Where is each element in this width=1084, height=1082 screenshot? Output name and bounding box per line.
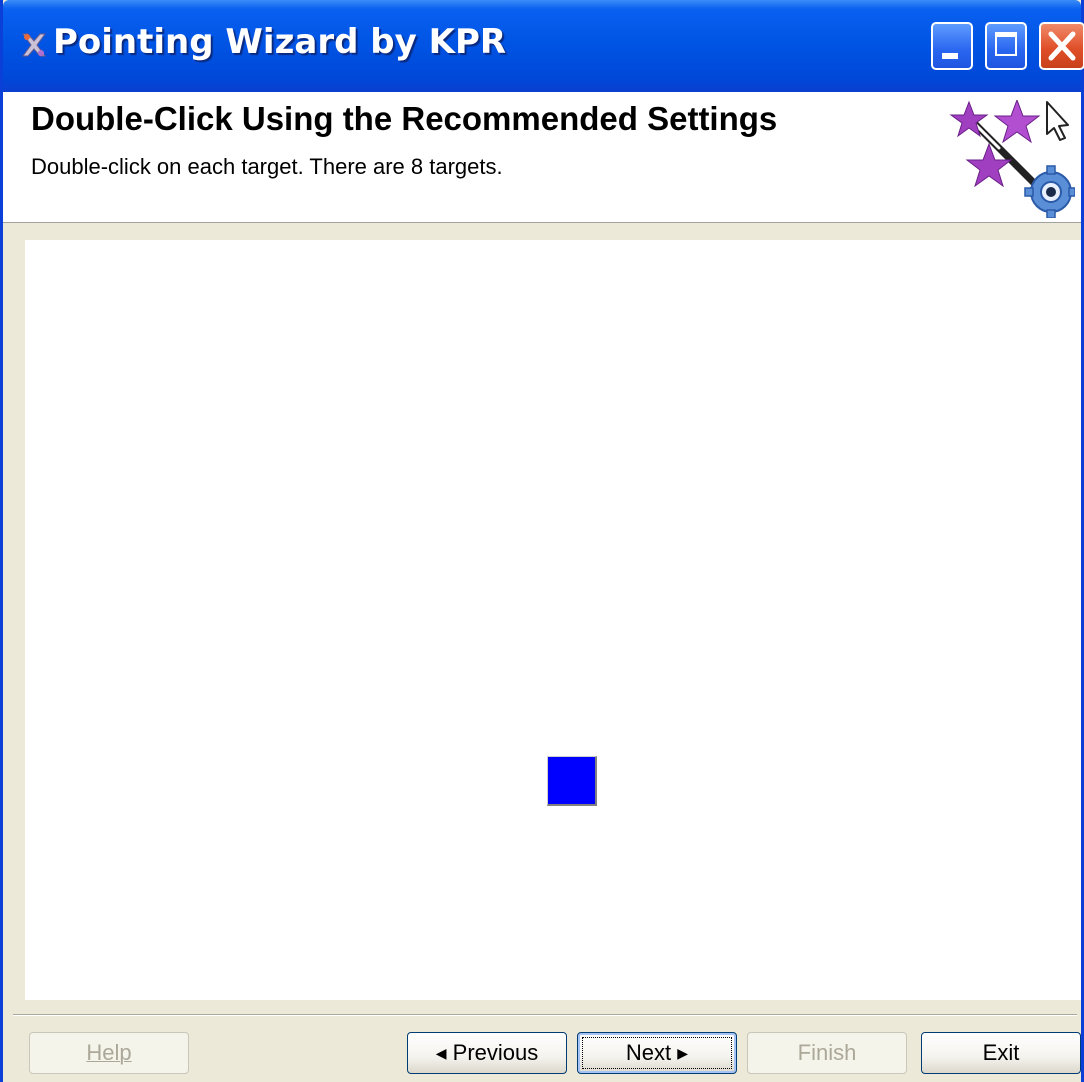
minimize-icon	[942, 53, 958, 59]
wizard-stars-gear-icon	[949, 100, 1075, 218]
footer-divider	[13, 1014, 1077, 1016]
page-title: Double-Click Using the Recommended Setti…	[31, 100, 778, 137]
exit-button-label: Exit	[982, 1040, 1020, 1065]
wizard-header: Double-Click Using the Recommended Setti…	[3, 92, 1081, 223]
minimize-button[interactable]	[931, 22, 973, 70]
triangle-left-icon: ◀	[435, 1045, 447, 1061]
focus-ring	[582, 1037, 732, 1069]
title-bar[interactable]: Pointing Wizard by KPR	[3, 0, 1084, 92]
close-button[interactable]	[1039, 22, 1084, 70]
help-button-label: Help	[86, 1040, 132, 1065]
close-icon	[1048, 31, 1076, 61]
next-button[interactable]: Next ▶	[577, 1032, 737, 1074]
exit-button[interactable]: Exit	[921, 1032, 1081, 1074]
page-instructions: Double-click on each target. There are 8…	[31, 154, 503, 179]
finish-button-label: Finish	[797, 1040, 857, 1065]
previous-button[interactable]: ◀ Previous	[407, 1032, 567, 1074]
target-area[interactable]	[25, 240, 1081, 1000]
maximize-button[interactable]	[985, 22, 1027, 70]
click-target[interactable]	[547, 756, 597, 806]
finish-button[interactable]: Finish	[747, 1032, 907, 1074]
maximize-icon	[995, 32, 1017, 56]
wizard-window: Pointing Wizard by KPR Double-Click Usin…	[0, 0, 1084, 1082]
help-button[interactable]: Help	[29, 1032, 189, 1074]
window-title: Pointing Wizard by KPR	[53, 22, 507, 62]
previous-button-label: Previous	[452, 1040, 539, 1065]
wizard-app-icon	[22, 33, 46, 57]
